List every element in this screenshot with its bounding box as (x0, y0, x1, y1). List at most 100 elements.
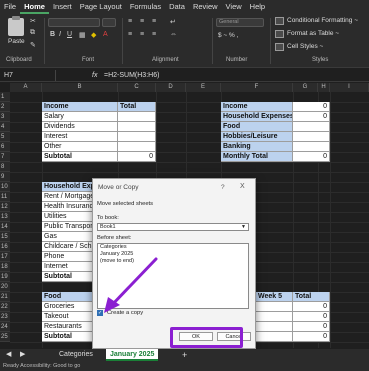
italic-icon[interactable]: I (59, 31, 61, 38)
table-header[interactable]: Household Expe (42, 182, 98, 192)
table-row[interactable]: Household Expenses (221, 112, 293, 122)
formula-input[interactable]: =H2-SUM(H3:H6) (104, 69, 159, 82)
table-row[interactable]: Internet (42, 262, 98, 272)
row-header[interactable]: 24 (0, 322, 10, 332)
table-row[interactable]: Groceries (42, 302, 98, 312)
table-cell[interactable]: 0 (293, 332, 330, 342)
align-right-icon[interactable]: ≡ (152, 31, 156, 38)
table-cell[interactable]: 0 (293, 312, 330, 322)
row-header[interactable]: 25 (0, 332, 10, 342)
table-header[interactable]: Total (118, 102, 156, 112)
table-header[interactable]: Week 5 (256, 292, 293, 302)
scroll-left-icon[interactable]: ◀ (6, 349, 11, 361)
menu-review[interactable]: Review (189, 0, 222, 14)
table-cell[interactable]: 0 (293, 322, 330, 332)
table-row[interactable]: Restaurants (42, 322, 98, 332)
row-header[interactable]: 19 (0, 272, 10, 282)
font-size-box[interactable] (102, 18, 116, 27)
table-row[interactable]: Public Transport (42, 222, 98, 232)
align-middle-icon[interactable]: ≡ (140, 18, 144, 25)
table-row[interactable]: Subtotal (42, 152, 118, 162)
row-header[interactable]: 18 (0, 262, 10, 272)
row-header[interactable]: 22 (0, 302, 10, 312)
conditional-formatting-button[interactable]: Conditional Formatting ~ (287, 17, 358, 24)
menu-page-layout[interactable]: Page Layout (76, 0, 126, 14)
column-header[interactable]: G (293, 83, 318, 92)
row-header[interactable]: 10 (0, 182, 10, 192)
row-header[interactable]: 12 (0, 202, 10, 212)
table-row[interactable]: Takeout (42, 312, 98, 322)
table-cell[interactable] (256, 322, 293, 332)
row-header[interactable]: 7 (0, 152, 10, 162)
font-name-box[interactable] (48, 18, 100, 27)
row-header[interactable]: 14 (0, 222, 10, 232)
table-row[interactable]: Utilities (42, 212, 98, 222)
menu-formulas[interactable]: Formulas (126, 0, 165, 14)
name-box[interactable]: H7 (2, 70, 56, 81)
format-as-table-button[interactable]: Format as Table ~ (287, 30, 339, 37)
fill-color-icon[interactable]: ◆ (91, 31, 96, 39)
table-header[interactable]: Income (42, 102, 118, 112)
row-header[interactable]: 3 (0, 112, 10, 122)
tab-categories[interactable]: Categories (59, 349, 93, 361)
table-cell[interactable] (118, 112, 156, 122)
column-header[interactable]: F (221, 83, 293, 92)
table-row[interactable]: Childcare / Sch (42, 242, 98, 252)
menu-file[interactable]: File (0, 0, 20, 14)
table-cell[interactable]: 0 (293, 102, 330, 112)
table-row[interactable]: Food (221, 122, 293, 132)
table-cell[interactable] (256, 302, 293, 312)
table-cell[interactable] (118, 142, 156, 152)
table-cell[interactable] (293, 122, 330, 132)
table-cell[interactable] (293, 142, 330, 152)
menu-help[interactable]: Help (246, 0, 269, 14)
paste-icon[interactable] (8, 16, 24, 36)
row-header[interactable]: 20 (0, 282, 10, 292)
row-header[interactable]: 13 (0, 212, 10, 222)
table-cell[interactable] (293, 132, 330, 142)
menu-data[interactable]: Data (165, 0, 189, 14)
table-cell[interactable]: 0 (293, 152, 330, 162)
wrap-text-icon[interactable]: ↵ (170, 18, 176, 26)
table-row[interactable]: Health Insurance (42, 202, 98, 212)
table-cell[interactable] (256, 312, 293, 322)
column-header[interactable]: B (42, 83, 118, 92)
table-cell[interactable]: 0 (293, 302, 330, 312)
table-cell[interactable] (118, 132, 156, 142)
row-header[interactable]: 11 (0, 192, 10, 202)
align-top-icon[interactable]: ≡ (128, 18, 132, 25)
font-color-icon[interactable]: A (103, 31, 108, 38)
table-row[interactable]: Banking (221, 142, 293, 152)
table-header[interactable]: Food (42, 292, 98, 302)
table-row[interactable]: Subtotal (42, 332, 98, 342)
table-row[interactable]: Rent / Mortgage (42, 192, 98, 202)
merge-icon[interactable]: ⇔ (170, 31, 177, 38)
menu-home[interactable]: Home (20, 0, 49, 14)
paste-label[interactable]: Paste (8, 38, 25, 45)
table-row[interactable]: Gas (42, 232, 98, 242)
row-header[interactable]: 4 (0, 122, 10, 132)
help-icon[interactable]: ? (221, 184, 225, 191)
add-sheet-button[interactable]: + (182, 349, 187, 361)
table-row[interactable]: Hobbies/Leisure (221, 132, 293, 142)
menu-insert[interactable]: Insert (49, 0, 76, 14)
table-row[interactable]: Phone (42, 252, 98, 262)
table-cell[interactable] (256, 332, 293, 342)
row-header[interactable]: 5 (0, 132, 10, 142)
table-cell[interactable]: 0 (118, 152, 156, 162)
row-header[interactable]: 6 (0, 142, 10, 152)
align-left-icon[interactable]: ≡ (128, 31, 132, 38)
table-row[interactable]: Monthly Total (221, 152, 293, 162)
align-center-icon[interactable]: ≡ (140, 31, 144, 38)
sheet-option-categories[interactable]: Categories (98, 244, 248, 251)
scroll-right-icon[interactable]: ▶ (20, 349, 25, 361)
table-row[interactable]: Salary (42, 112, 118, 122)
row-header[interactable]: 2 (0, 102, 10, 112)
align-bottom-icon[interactable]: ≡ (152, 18, 156, 25)
table-row[interactable]: Subtotal (42, 272, 98, 282)
cell-styles-button[interactable]: Cell Styles ~ (287, 43, 323, 50)
tab-january-2025[interactable]: January 2025 (106, 349, 159, 361)
column-header[interactable]: I (330, 83, 369, 92)
column-header[interactable]: A (10, 83, 42, 92)
table-cell[interactable]: 0 (293, 112, 330, 122)
